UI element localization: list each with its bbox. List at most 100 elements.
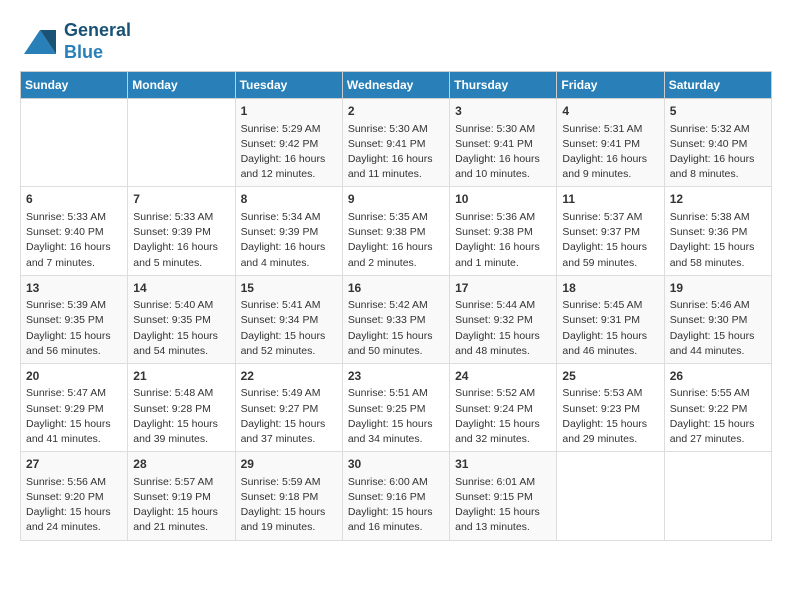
day-number: 19 [670, 280, 766, 297]
day-info: Sunrise: 5:42 AM [348, 298, 444, 313]
day-header-tuesday: Tuesday [235, 72, 342, 99]
calendar-cell: 19Sunrise: 5:46 AMSunset: 9:30 PMDayligh… [664, 275, 771, 363]
day-info: Sunrise: 5:41 AM [241, 298, 337, 313]
calendar-cell: 17Sunrise: 5:44 AMSunset: 9:32 PMDayligh… [450, 275, 557, 363]
day-info: Sunset: 9:33 PM [348, 313, 444, 328]
day-info: Sunrise: 5:48 AM [133, 386, 229, 401]
day-info: Daylight: 15 hours and 59 minutes. [562, 240, 658, 270]
day-info: Daylight: 15 hours and 39 minutes. [133, 417, 229, 447]
day-info: Daylight: 15 hours and 54 minutes. [133, 329, 229, 359]
calendar-week-2: 6Sunrise: 5:33 AMSunset: 9:40 PMDaylight… [21, 187, 772, 275]
calendar-cell: 24Sunrise: 5:52 AMSunset: 9:24 PMDayligh… [450, 363, 557, 451]
day-info: Sunset: 9:35 PM [26, 313, 122, 328]
day-info: Sunrise: 5:33 AM [26, 210, 122, 225]
day-info: Sunrise: 5:31 AM [562, 122, 658, 137]
day-number: 8 [241, 191, 337, 208]
day-info: Sunset: 9:39 PM [241, 225, 337, 240]
day-number: 9 [348, 191, 444, 208]
day-info: Daylight: 16 hours and 1 minute. [455, 240, 551, 270]
day-number: 4 [562, 103, 658, 120]
calendar-cell: 4Sunrise: 5:31 AMSunset: 9:41 PMDaylight… [557, 99, 664, 187]
day-info: Daylight: 16 hours and 7 minutes. [26, 240, 122, 270]
day-info: Daylight: 15 hours and 46 minutes. [562, 329, 658, 359]
calendar-cell: 8Sunrise: 5:34 AMSunset: 9:39 PMDaylight… [235, 187, 342, 275]
day-info: Sunrise: 5:29 AM [241, 122, 337, 137]
calendar-header-row: SundayMondayTuesdayWednesdayThursdayFrid… [21, 72, 772, 99]
calendar-cell: 20Sunrise: 5:47 AMSunset: 9:29 PMDayligh… [21, 363, 128, 451]
calendar-cell: 12Sunrise: 5:38 AMSunset: 9:36 PMDayligh… [664, 187, 771, 275]
day-info: Sunrise: 5:30 AM [348, 122, 444, 137]
day-info: Daylight: 15 hours and 56 minutes. [26, 329, 122, 359]
day-info: Daylight: 15 hours and 24 minutes. [26, 505, 122, 535]
calendar-cell: 21Sunrise: 5:48 AMSunset: 9:28 PMDayligh… [128, 363, 235, 451]
day-info: Sunset: 9:15 PM [455, 490, 551, 505]
day-number: 11 [562, 191, 658, 208]
calendar-cell: 26Sunrise: 5:55 AMSunset: 9:22 PMDayligh… [664, 363, 771, 451]
day-info: Daylight: 16 hours and 8 minutes. [670, 152, 766, 182]
day-info: Daylight: 15 hours and 50 minutes. [348, 329, 444, 359]
day-number: 20 [26, 368, 122, 385]
day-info: Daylight: 15 hours and 41 minutes. [26, 417, 122, 447]
calendar-cell: 16Sunrise: 5:42 AMSunset: 9:33 PMDayligh… [342, 275, 449, 363]
day-info: Sunset: 9:16 PM [348, 490, 444, 505]
day-info: Daylight: 15 hours and 21 minutes. [133, 505, 229, 535]
calendar-cell: 9Sunrise: 5:35 AMSunset: 9:38 PMDaylight… [342, 187, 449, 275]
logo: General Blue [20, 20, 131, 63]
calendar-cell: 29Sunrise: 5:59 AMSunset: 9:18 PMDayligh… [235, 452, 342, 540]
day-info: Daylight: 16 hours and 2 minutes. [348, 240, 444, 270]
day-info: Sunset: 9:39 PM [133, 225, 229, 240]
day-header-monday: Monday [128, 72, 235, 99]
day-info: Sunset: 9:22 PM [670, 402, 766, 417]
day-info: Sunset: 9:25 PM [348, 402, 444, 417]
day-number: 21 [133, 368, 229, 385]
day-info: Sunset: 9:41 PM [455, 137, 551, 152]
calendar-cell: 1Sunrise: 5:29 AMSunset: 9:42 PMDaylight… [235, 99, 342, 187]
day-info: Sunrise: 5:49 AM [241, 386, 337, 401]
day-info: Sunrise: 5:47 AM [26, 386, 122, 401]
day-info: Sunrise: 5:56 AM [26, 475, 122, 490]
day-info: Daylight: 15 hours and 48 minutes. [455, 329, 551, 359]
day-info: Sunrise: 5:59 AM [241, 475, 337, 490]
day-number: 24 [455, 368, 551, 385]
day-info: Sunset: 9:28 PM [133, 402, 229, 417]
calendar-cell: 2 Sunrise: 5:30 AMSunset: 9:41 PMDaylight… [342, 99, 449, 187]
calendar-cell [21, 99, 128, 187]
day-info: Sunrise: 5:35 AM [348, 210, 444, 225]
day-info: Sunrise: 5:39 AM [26, 298, 122, 313]
day-number: 15 [241, 280, 337, 297]
calendar-week-1: 1 Sunrise: 5:29 AMSunset: 9:42 PM Daylight… [21, 99, 772, 187]
day-info: Sunset: 9:24 PM [455, 402, 551, 417]
day-number: 1 [241, 103, 337, 120]
day-info: Sunrise: 6:00 AM [348, 475, 444, 490]
logo-text: General Blue [64, 20, 131, 63]
page-header: General Blue [20, 10, 772, 63]
day-info: Sunrise: 5:30 AM [455, 122, 551, 137]
day-info: Daylight: 15 hours and 52 minutes. [241, 329, 337, 359]
day-info: Daylight: 15 hours and 34 minutes. [348, 417, 444, 447]
day-info: Daylight: 16 hours and 11 minutes. [348, 152, 444, 182]
day-info: Daylight: 15 hours and 32 minutes. [455, 417, 551, 447]
calendar-cell: 14Sunrise: 5:40 AMSunset: 9:35 PMDayligh… [128, 275, 235, 363]
calendar-cell: 3Sunrise: 5:30 AMSunset: 9:41 PMDaylight… [450, 99, 557, 187]
calendar-cell: 28Sunrise: 5:57 AMSunset: 9:19 PMDayligh… [128, 452, 235, 540]
day-number: 30 [348, 456, 444, 473]
day-info: Sunset: 9:42 PM [241, 137, 337, 152]
day-number: 7 [133, 191, 229, 208]
day-info: Daylight: 15 hours and 16 minutes. [348, 505, 444, 535]
day-info: Sunset: 9:20 PM [26, 490, 122, 505]
day-info: Sunset: 9:41 PM [348, 137, 444, 152]
calendar-cell: 11Sunrise: 5:37 AMSunset: 9:37 PMDayligh… [557, 187, 664, 275]
day-info: Sunset: 9:32 PM [455, 313, 551, 328]
day-number: 16 [348, 280, 444, 297]
day-info: Sunrise: 6:01 AM [455, 475, 551, 490]
calendar-cell: 5Sunrise: 5:32 AMSunset: 9:40 PMDaylight… [664, 99, 771, 187]
day-info: Daylight: 15 hours and 29 minutes. [562, 417, 658, 447]
day-info: Sunrise: 5:45 AM [562, 298, 658, 313]
calendar-cell: 6Sunrise: 5:33 AMSunset: 9:40 PMDaylight… [21, 187, 128, 275]
day-info: Sunrise: 5:38 AM [670, 210, 766, 225]
calendar-cell: 15Sunrise: 5:41 AMSunset: 9:34 PMDayligh… [235, 275, 342, 363]
day-number: 2 [348, 103, 444, 120]
calendar-cell [128, 99, 235, 187]
day-info: Sunset: 9:18 PM [241, 490, 337, 505]
day-info: Sunset: 9:36 PM [670, 225, 766, 240]
